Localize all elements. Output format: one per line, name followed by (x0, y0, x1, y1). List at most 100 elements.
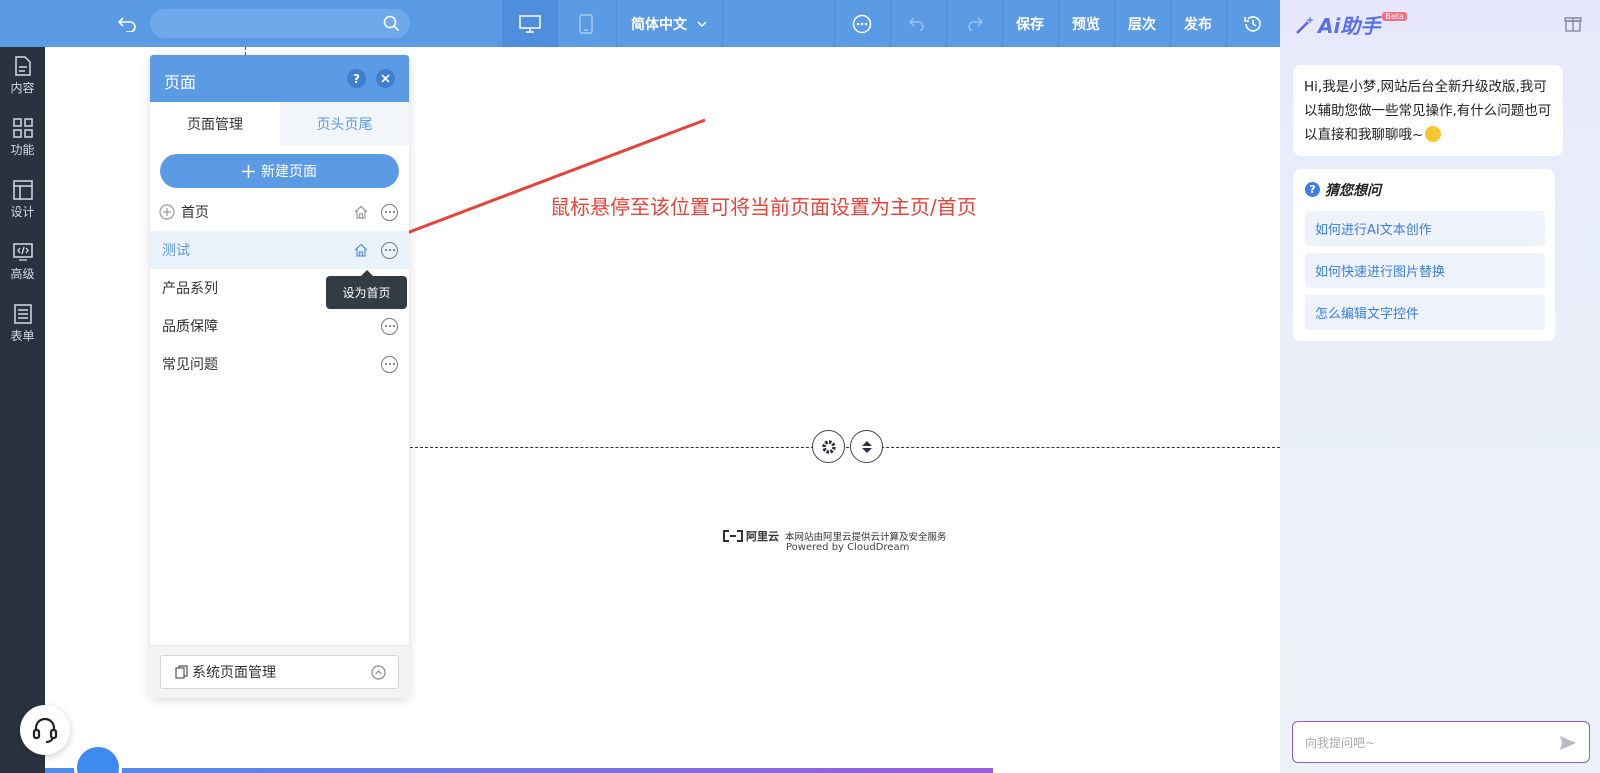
ai-input-placeholder: 向我提问吧~ (1305, 735, 1376, 750)
gift-icon[interactable] (1564, 14, 1582, 32)
sidebar-item-label: 高级 (10, 267, 35, 281)
section-divider (410, 447, 1280, 448)
sidebar-item-label: 表单 (10, 329, 35, 343)
more-icon[interactable] (381, 241, 398, 259)
customer-service-button[interactable] (20, 705, 70, 755)
ai-greeting-card: Hi,我是小梦,网站后台全新升级改版,我可以辅助您做一些常见操作,有什么问题也可… (1293, 65, 1563, 156)
sidebar-item-advanced[interactable]: 高级 (0, 233, 45, 291)
layers-button[interactable]: 层次 (1114, 0, 1170, 47)
suggested-questions-card: ? 猜您想问 如何进行AI文本创作 如何快速进行图片替换 怎么编辑文字控件 (1293, 169, 1555, 341)
assistant-bubble[interactable] (74, 744, 122, 773)
sidebar-item-form[interactable]: 表单 (0, 295, 45, 353)
suggested-question[interactable]: 如何进行AI文本创作 (1305, 211, 1545, 246)
section-settings-button[interactable] (812, 430, 845, 463)
save-button[interactable]: 保存 (1002, 0, 1058, 47)
footer-line1: 本网站由阿里云提供云计算及安全服务 (785, 532, 947, 543)
aliyun-logo-icon (723, 530, 743, 542)
page-name: 首页 (181, 205, 209, 221)
publish-button[interactable]: 发布 (1170, 0, 1226, 47)
ai-title: Ai助手 (1318, 14, 1381, 38)
page-panel: 页面 ? 页面管理 页头页尾 新建页面 首页 测试 产品系列 品质保障 常见问题 (150, 55, 409, 698)
sidebar-item-content[interactable]: 内容 (0, 47, 45, 105)
page-name: 品质保障 (162, 319, 218, 335)
desktop-view-button[interactable] (502, 0, 558, 47)
more-icon[interactable] (381, 317, 398, 335)
language-select[interactable]: 简体中文 (616, 0, 722, 47)
panel-footer: 系统页面管理 (150, 645, 409, 698)
redo-button[interactable] (946, 0, 1002, 47)
sidebar-item-function[interactable]: 功能 (0, 109, 45, 167)
system-pages-label: 系统页面管理 (192, 665, 276, 681)
mobile-view-button[interactable] (558, 0, 614, 47)
left-sidebar: 内容 功能 设计 高级 表单 (0, 47, 45, 773)
footer-line2: Powered by CloudDream (786, 542, 910, 553)
document-icon (14, 56, 31, 76)
undo-nav-icon[interactable] (112, 0, 142, 47)
sidebar-item-label: 功能 (10, 143, 35, 157)
sort-icon (861, 440, 872, 453)
chevron-down-icon (697, 21, 707, 27)
page-row-faq[interactable]: 常见问题 (150, 345, 409, 383)
sidebar-item-label: 内容 (10, 81, 35, 95)
sidebar-item-design[interactable]: 设计 (0, 171, 45, 229)
more-icon[interactable] (381, 355, 398, 373)
guess-title: 猜您想问 (1325, 183, 1381, 199)
tab-page-management[interactable]: 页面管理 (150, 102, 280, 145)
headset-icon (32, 717, 58, 743)
page-row-test[interactable]: 测试 (150, 231, 409, 269)
more-button[interactable] (834, 0, 890, 47)
ai-assistant-panel: Ai助手 Beta Hi,我是小梦,网站后台全新升级改版,我可以辅助您做一些常见… (1280, 0, 1600, 773)
gradient-strip (45, 768, 993, 773)
expand-plus-icon[interactable] (159, 204, 175, 220)
page-row-quality[interactable]: 品质保障 (150, 307, 409, 345)
beta-badge: Beta (1382, 12, 1407, 21)
desktop-icon (519, 14, 541, 33)
set-home-icon[interactable] (354, 243, 368, 257)
set-home-tooltip: 设为首页 (326, 276, 407, 309)
suggested-question[interactable]: 怎么编辑文字控件 (1305, 295, 1545, 330)
page-name: 产品系列 (162, 281, 218, 297)
smile-emoji-icon (1425, 126, 1442, 142)
magic-wand-icon (1296, 15, 1314, 34)
top-toolbar: 简体中文 保存 预览 层次 发布 (0, 0, 1280, 47)
tab-header-footer[interactable]: 页头页尾 (280, 102, 409, 145)
sidebar-item-label: 设计 (10, 205, 35, 219)
page-row-home[interactable]: 首页 (150, 193, 409, 231)
panel-title: 页面 (164, 73, 197, 92)
question-icon: ? (1305, 182, 1320, 197)
send-icon[interactable] (1559, 735, 1577, 751)
panel-tabs: 页面管理 页头页尾 (150, 102, 409, 145)
undo-button[interactable] (890, 0, 946, 47)
section-move-button[interactable] (850, 430, 883, 463)
ai-question-input[interactable]: 向我提问吧~ (1292, 721, 1590, 763)
search-icon[interactable] (383, 15, 400, 32)
panel-header: 页面 ? (150, 55, 409, 102)
plus-icon (242, 164, 255, 178)
suggested-question[interactable]: 如何快速进行图片替换 (1305, 253, 1545, 288)
page-name: 测试 (162, 243, 190, 259)
new-page-button[interactable]: 新建页面 (160, 154, 399, 188)
page-name: 常见问题 (162, 357, 218, 373)
help-icon[interactable]: ? (347, 69, 366, 88)
undo-icon (909, 16, 924, 31)
mobile-icon (579, 13, 593, 34)
copy-icon (175, 665, 188, 679)
gear-icon (821, 439, 836, 454)
search-input[interactable] (150, 9, 410, 38)
chevron-up-circle-icon (371, 665, 386, 680)
form-icon (13, 304, 32, 324)
more-icon (852, 14, 872, 33)
preview-button[interactable]: 预览 (1058, 0, 1114, 47)
history-button[interactable] (1226, 0, 1280, 47)
more-icon[interactable] (381, 203, 398, 221)
new-page-label: 新建页面 (261, 164, 317, 180)
history-icon (1244, 15, 1261, 32)
code-icon (12, 243, 33, 261)
site-footer: 阿里云 本网站由阿里云提供云计算及安全服务 Powered by CloudDr… (722, 528, 972, 560)
close-icon[interactable] (376, 69, 395, 88)
redo-icon (968, 16, 983, 31)
system-pages-button[interactable]: 系统页面管理 (160, 655, 399, 689)
language-label: 简体中文 (631, 16, 687, 33)
footer-brand: 阿里云 (746, 530, 779, 543)
home-icon[interactable] (354, 205, 368, 219)
